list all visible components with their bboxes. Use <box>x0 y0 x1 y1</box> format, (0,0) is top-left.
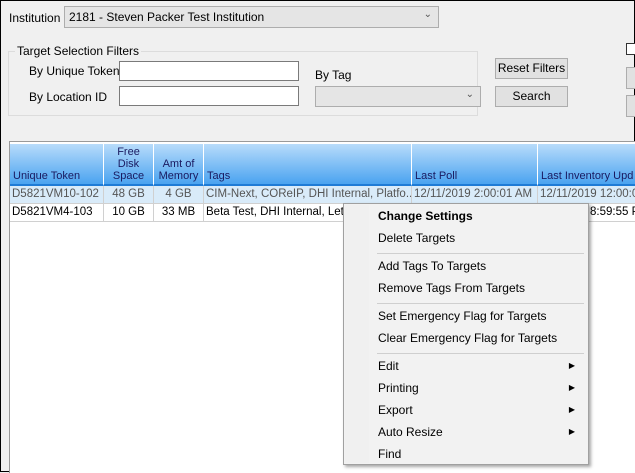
menu-item-edit[interactable]: Edit ▶ <box>378 355 583 377</box>
header-label: Free Disk Space <box>112 146 145 182</box>
header-label: Unique Token <box>13 170 81 182</box>
submenu-arrow-icon: ▶ <box>568 361 575 370</box>
institution-select[interactable]: 2181 - Steven Packer Test Institution ⌄ <box>64 6 439 28</box>
column-header[interactable]: Amt of Memory <box>154 144 204 186</box>
menu-item-auto-resize[interactable]: Auto Resize ▶ <box>378 421 583 443</box>
reset-filters-button[interactable]: Reset Filters <box>495 58 568 79</box>
menu-label: Export <box>378 403 413 417</box>
menu-label: Edit <box>378 359 399 373</box>
tag-select[interactable]: ⌄ <box>315 86 481 107</box>
chevron-down-icon: ⌄ <box>423 9 432 20</box>
side-button[interactable] <box>626 67 635 89</box>
chevron-down-icon: ⌄ <box>465 89 474 100</box>
cell: D5821VM10-102 <box>10 186 104 204</box>
column-header[interactable]: Last Poll <box>412 144 538 186</box>
menu-item-printing[interactable]: Printing ▶ <box>378 377 583 399</box>
menu-item-clear-emergency-flag[interactable]: Clear Emergency Flag for Targets <box>378 327 583 349</box>
side-button[interactable] <box>626 95 635 117</box>
context-menu: Change Settings Delete Targets Add Tags … <box>343 203 589 465</box>
column-header[interactable]: Free Disk Space <box>104 144 154 186</box>
cell: D5821VM4-103 <box>10 204 104 222</box>
search-button[interactable]: Search <box>495 86 568 107</box>
menu-separator <box>377 253 584 254</box>
menu-item-export[interactable]: Export ▶ <box>378 399 583 421</box>
by-tag-label: By Tag <box>315 68 352 82</box>
unique-token-input[interactable] <box>119 61 299 81</box>
menu-separator <box>377 353 584 354</box>
menu-item-find[interactable]: Find <box>378 443 583 465</box>
cell: 12/11/2019 12:00:02 <box>538 186 635 204</box>
cell: 4 GB <box>154 186 204 204</box>
cell: 12/11/2019 2:00:01 AM <box>412 186 538 204</box>
header-label: Amt of Memory <box>158 158 199 182</box>
checkbox[interactable] <box>626 43 635 55</box>
column-header[interactable]: Unique Token <box>10 144 104 186</box>
unique-token-label: By Unique Token <box>29 64 120 78</box>
submenu-arrow-icon: ▶ <box>568 383 575 392</box>
column-header[interactable]: Last Inventory Upd <box>538 144 635 186</box>
institution-value: 2181 - Steven Packer Test Institution <box>69 10 265 24</box>
menu-item-change-settings[interactable]: Change Settings <box>378 205 583 227</box>
menu-item-set-emergency-flag[interactable]: Set Emergency Flag for Targets <box>378 305 583 327</box>
cell: 33 MB <box>154 204 204 222</box>
header-label: Last Poll <box>415 170 458 182</box>
cell: CIM-Next, COReIP, DHI Internal, Platfo..… <box>204 186 412 204</box>
submenu-arrow-icon: ▶ <box>568 427 575 436</box>
menu-item-delete-targets[interactable]: Delete Targets <box>378 227 583 249</box>
submenu-arrow-icon: ▶ <box>568 405 575 414</box>
menu-separator <box>377 303 584 304</box>
cell: 48 GB <box>104 186 154 204</box>
location-id-input[interactable] <box>119 86 299 106</box>
filters-title: Target Selection Filters <box>15 44 142 58</box>
menu-item-add-tags[interactable]: Add Tags To Targets <box>378 255 583 277</box>
header-label: Tags <box>207 170 231 182</box>
cell: 10 GB <box>104 204 154 222</box>
menu-item-remove-tags[interactable]: Remove Tags From Targets <box>378 277 583 299</box>
location-id-label: By Location ID <box>29 90 108 104</box>
institution-label: Institution <box>9 11 61 25</box>
menu-label: Printing <box>378 381 419 395</box>
menu-label: Auto Resize <box>378 425 443 439</box>
header-label: Last Inventory Upd <box>541 170 634 182</box>
column-header[interactable]: Tags <box>204 144 412 186</box>
